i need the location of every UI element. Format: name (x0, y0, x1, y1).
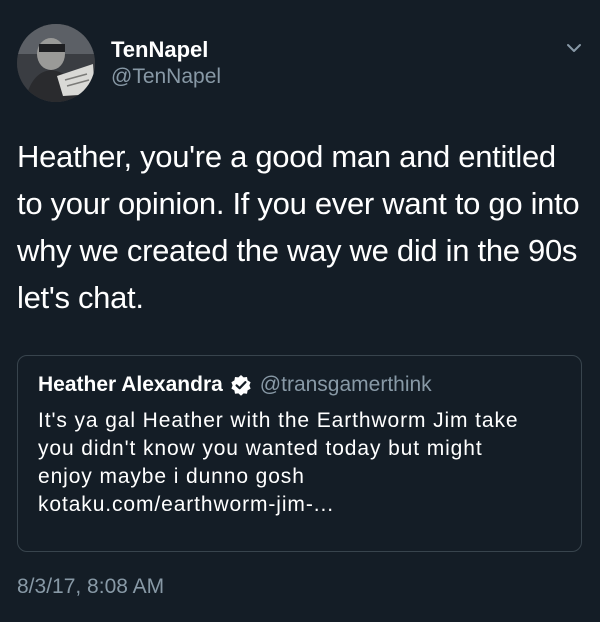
author-handle[interactable]: @TenNapel (111, 64, 221, 90)
quoted-author-display-name[interactable]: Heather Alexandra (38, 373, 223, 397)
chevron-down-icon[interactable] (563, 37, 585, 59)
quoted-tweet-line: It's ya gal Heather with the Earthworm J… (38, 409, 519, 432)
avatar-image (17, 24, 95, 102)
quoted-tweet-line: you didn't know you wanted today but mig… (38, 437, 483, 460)
verified-badge-icon (230, 374, 252, 396)
quoted-tweet-link[interactable]: kotaku.com/earthworm-jim-... (38, 491, 568, 519)
quoted-tweet-header: Heather Alexandra @transgamerthink (38, 371, 432, 399)
quoted-tweet[interactable]: Heather Alexandra @transgamerthink It's … (17, 355, 582, 552)
avatar[interactable] (17, 24, 95, 102)
tweet-timestamp[interactable]: 8/3/17, 8:08 AM (17, 574, 164, 600)
quoted-tweet-line: enjoy maybe i dunno gosh (38, 465, 305, 488)
quoted-author-handle[interactable]: @transgamerthink (260, 373, 432, 397)
tweet-card: TenNapel @TenNapel Heather, you're a goo… (0, 0, 600, 622)
author-display-name[interactable]: TenNapel (111, 37, 208, 63)
tweet-text: Heather, you're a good man and entitled … (17, 139, 580, 315)
quoted-tweet-text: It's ya gal Heather with the Earthworm J… (38, 407, 568, 519)
